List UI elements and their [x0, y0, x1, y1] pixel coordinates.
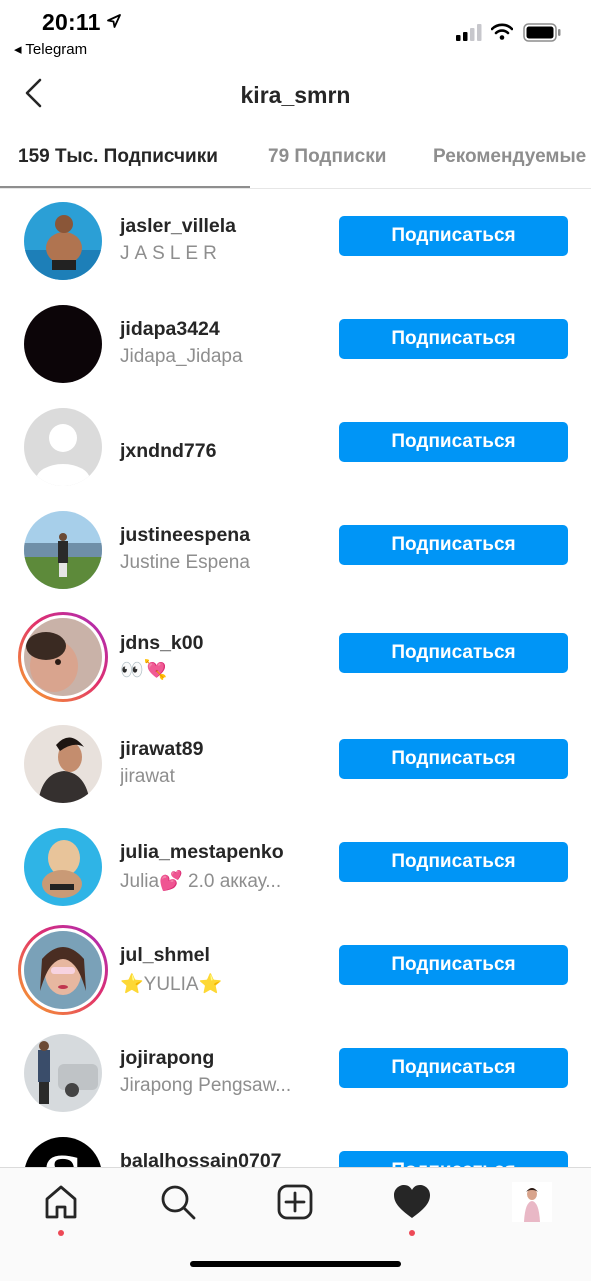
follow-button[interactable]: Подписаться: [339, 525, 568, 565]
wifi-icon: [491, 23, 513, 40]
header: kira_smrn: [0, 64, 591, 128]
follow-button[interactable]: Подписаться: [339, 1048, 568, 1088]
add-post-icon[interactable]: [275, 1182, 315, 1222]
list-item[interactable]: jxndnd776 Подписаться: [0, 394, 591, 497]
activity-heart-icon[interactable]: [392, 1182, 432, 1222]
avatar[interactable]: [18, 299, 108, 389]
avatar-image: [24, 511, 102, 589]
profile-avatar[interactable]: [512, 1182, 552, 1222]
list-item[interactable]: jasler_villela JASLER Подписаться: [0, 188, 591, 291]
avatar-image: [24, 202, 102, 280]
username[interactable]: jul_shmel: [120, 944, 210, 967]
status-bar: 20:11 ◂ Telegram: [0, 0, 591, 64]
avatar[interactable]: [18, 822, 108, 912]
avatar-story-ring[interactable]: [18, 612, 108, 702]
list-item[interactable]: jirawat89 jirawat Подписаться: [0, 711, 591, 814]
username[interactable]: jdns_k00: [120, 632, 203, 655]
follow-button[interactable]: Подписаться: [339, 319, 568, 359]
avatar[interactable]: [18, 402, 108, 492]
follow-button[interactable]: Подписаться: [339, 739, 568, 779]
follow-tabs: 159 Тыс. Подписчики 79 Подписки Рекоменд…: [0, 128, 591, 189]
avatar-image: [24, 618, 102, 696]
tab-suggested[interactable]: Рекомендуемые: [433, 146, 586, 168]
full-name: Jirapong Pengsaw...: [120, 1075, 292, 1096]
list-item[interactable]: jojirapong Jirapong Pengsaw... Подписать…: [0, 1020, 591, 1123]
username[interactable]: jojirapong: [120, 1047, 214, 1070]
battery-icon: [523, 23, 561, 42]
avatar-image: [24, 725, 102, 803]
full-name: jirawat: [120, 766, 175, 787]
avatar-image: [24, 1034, 102, 1112]
follow-button[interactable]: Подписаться: [339, 216, 568, 256]
full-name: 👀💘: [120, 660, 168, 681]
follow-button[interactable]: Подписаться: [339, 633, 568, 673]
activity-notification-dot: [409, 1230, 415, 1236]
tab-followers[interactable]: 159 Тыс. Подписчики: [18, 146, 218, 168]
username[interactable]: jasler_villela: [120, 215, 236, 238]
list-item[interactable]: S balalhossain0707 Подписаться: [0, 1123, 591, 1167]
avatar[interactable]: [18, 1028, 108, 1118]
username[interactable]: justineespena: [120, 524, 250, 547]
username[interactable]: jxndnd776: [120, 440, 216, 463]
home-notification-dot: [58, 1230, 64, 1236]
full-name: Justine Espena: [120, 552, 250, 573]
default-avatar-icon: [24, 408, 102, 486]
avatar[interactable]: [18, 196, 108, 286]
follow-button[interactable]: Подписаться: [339, 1151, 568, 1167]
bottom-tab-bar: [0, 1167, 591, 1281]
follow-button[interactable]: Подписаться: [339, 842, 568, 882]
username[interactable]: jidapa3424: [120, 318, 220, 341]
list-item[interactable]: jdns_k00 👀💘 Подписаться: [0, 600, 591, 715]
avatar-image: [24, 828, 102, 906]
location-arrow-icon: [107, 14, 121, 28]
avatar-story-ring[interactable]: [18, 925, 108, 1015]
search-icon[interactable]: [158, 1182, 198, 1222]
back-to-telegram-link[interactable]: ◂ Telegram: [14, 40, 87, 58]
svg-text:S: S: [43, 1145, 83, 1167]
username[interactable]: julia_mestapenko: [120, 841, 284, 864]
avatar-image: [24, 305, 102, 383]
list-item[interactable]: jidapa3424 Jidapa_Jidapa Подписаться: [0, 291, 591, 394]
status-time: 20:11: [42, 9, 101, 35]
tab-following[interactable]: 79 Подписки: [268, 146, 386, 168]
list-item[interactable]: julia_mestapenko Julia💕 2.0 аккау... Под…: [0, 814, 591, 917]
avatar-image: S: [24, 1137, 102, 1167]
home-indicator[interactable]: [190, 1261, 401, 1267]
followers-list: jasler_villela JASLER Подписаться jidapa…: [0, 188, 591, 1167]
full-name: JASLER: [120, 243, 222, 264]
full-name: ⭐YULIA⭐: [120, 974, 223, 995]
follow-button[interactable]: Подписаться: [339, 945, 568, 985]
page-title: kira_smrn: [240, 82, 351, 108]
avatar[interactable]: [18, 719, 108, 809]
avatar[interactable]: S: [18, 1131, 108, 1167]
username[interactable]: jirawat89: [120, 738, 203, 761]
full-name: Jidapa_Jidapa: [120, 346, 243, 367]
follow-button[interactable]: Подписаться: [339, 422, 568, 462]
cellular-signal-icon: [456, 24, 482, 41]
list-item[interactable]: justineespena Justine Espena Подписаться: [0, 497, 591, 600]
list-item[interactable]: jul_shmel ⭐YULIA⭐ Подписаться: [0, 917, 591, 1020]
avatar-image: [24, 931, 102, 1009]
full-name: Julia💕 2.0 аккау...: [120, 871, 282, 892]
username[interactable]: balalhossain0707: [120, 1150, 282, 1167]
home-icon[interactable]: [41, 1182, 81, 1222]
avatar[interactable]: [18, 505, 108, 595]
